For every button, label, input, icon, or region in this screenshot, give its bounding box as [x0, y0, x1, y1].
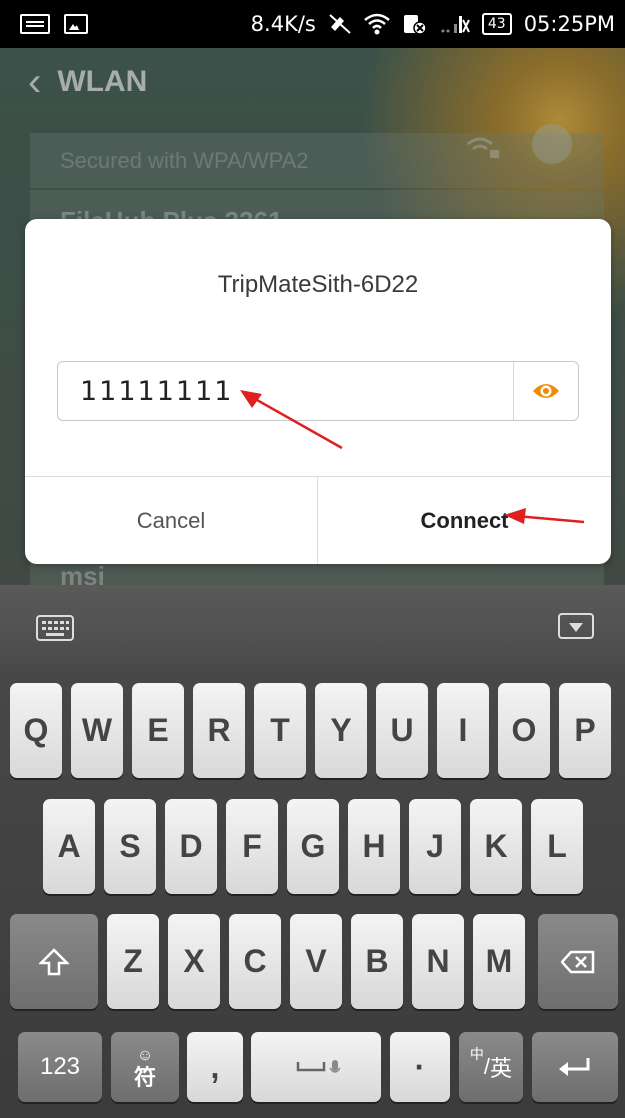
- key-a[interactable]: A: [43, 799, 95, 894]
- key-k[interactable]: K: [470, 799, 522, 894]
- numbers-key[interactable]: 123: [18, 1032, 102, 1102]
- key-t[interactable]: T: [254, 683, 306, 778]
- soft-keyboard: QWERTYUIOP ASDFGHJKL ZXCVBNM 123 ☺ 符 , ·…: [0, 585, 625, 1118]
- enter-icon: [559, 1058, 590, 1076]
- annotation-arrow-password: [240, 390, 343, 450]
- annotation-arrow-connect: [504, 508, 585, 524]
- key-d[interactable]: D: [165, 799, 217, 894]
- dialog-title: TripMateSith-6D22: [217, 271, 419, 298]
- comma-key[interactable]: ,: [187, 1032, 243, 1102]
- language-switch-key[interactable]: 中 / 英: [459, 1032, 523, 1102]
- key-w[interactable]: W: [71, 683, 123, 778]
- key-q[interactable]: Q: [10, 683, 62, 778]
- key-h[interactable]: H: [348, 799, 400, 894]
- key-o[interactable]: O: [498, 683, 550, 778]
- backspace-icon: [561, 950, 595, 973]
- emoji-indicator: ☺: [136, 1047, 154, 1064]
- key-z[interactable]: Z: [107, 914, 159, 1009]
- key-s[interactable]: S: [104, 799, 156, 894]
- symbols-label: 符: [133, 1065, 156, 1090]
- key-j[interactable]: J: [409, 799, 461, 894]
- password-value: 11111111: [80, 376, 234, 407]
- clock: 05:25PM: [523, 12, 615, 36]
- shift-key[interactable]: [10, 914, 98, 1009]
- key-r[interactable]: R: [193, 683, 245, 778]
- enter-key[interactable]: [532, 1032, 618, 1102]
- screenshot-notification-icon: [64, 14, 88, 34]
- key-b[interactable]: B: [351, 914, 403, 1009]
- signal-icon: [440, 14, 470, 34]
- period-key[interactable]: ·: [390, 1032, 450, 1102]
- symbols-key[interactable]: ☺ 符: [111, 1032, 179, 1102]
- key-y[interactable]: Y: [315, 683, 367, 778]
- lang-bottom-label: 英: [490, 1056, 513, 1081]
- show-password-eye-icon[interactable]: [532, 380, 560, 402]
- key-e[interactable]: E: [132, 683, 184, 778]
- key-l[interactable]: L: [531, 799, 583, 894]
- key-f[interactable]: F: [226, 799, 278, 894]
- hide-keyboard-icon[interactable]: [558, 613, 594, 643]
- wifi-icon: [364, 13, 390, 35]
- keyboard-notification-icon: [20, 14, 50, 34]
- shift-icon: [39, 947, 69, 975]
- key-v[interactable]: V: [290, 914, 342, 1009]
- key-i[interactable]: I: [437, 683, 489, 778]
- key-g[interactable]: G: [287, 799, 339, 894]
- key-u[interactable]: U: [376, 683, 428, 778]
- battery-indicator: 43: [481, 13, 512, 35]
- lang-top-label: 中: [469, 1046, 484, 1062]
- key-p[interactable]: P: [559, 683, 611, 778]
- key-x[interactable]: X: [168, 914, 220, 1009]
- keyboard-toolbar: [0, 585, 625, 665]
- key-n[interactable]: N: [412, 914, 464, 1009]
- keyboard-switch-icon[interactable]: [36, 615, 74, 641]
- backspace-key[interactable]: [538, 914, 618, 1009]
- space-mic-icon: [296, 1060, 341, 1073]
- key-c[interactable]: C: [229, 914, 281, 1009]
- mute-icon: [328, 13, 352, 35]
- space-key[interactable]: [251, 1032, 381, 1102]
- status-bar: 8.4K/s 43 05:25PM: [0, 0, 625, 48]
- cancel-button[interactable]: Cancel: [25, 477, 317, 564]
- field-divider: [513, 362, 514, 420]
- network-speed: 8.4K/s: [250, 12, 316, 36]
- sim-card-icon: [402, 13, 428, 35]
- key-m[interactable]: M: [473, 914, 525, 1009]
